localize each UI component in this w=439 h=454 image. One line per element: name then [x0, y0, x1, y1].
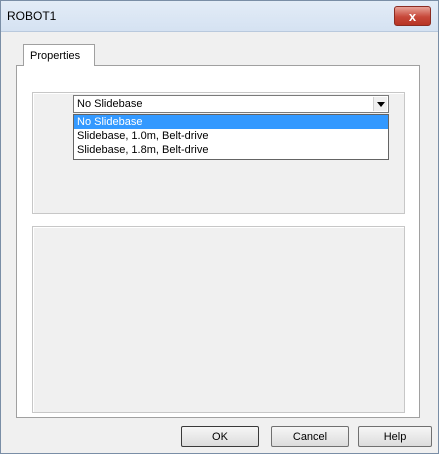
details-group [32, 226, 405, 413]
ok-button[interactable]: OK [181, 426, 259, 447]
close-icon: x [408, 8, 417, 24]
tab-label: Properties [30, 50, 81, 62]
close-button[interactable]: x [394, 6, 431, 26]
tab-properties[interactable]: Properties [23, 44, 95, 66]
dialog-window: ROBOT1 x Properties No Slidebase No Slid… [0, 0, 439, 454]
combobox-value: No Slidebase [77, 98, 143, 110]
dropdown-option[interactable]: Slidebase, 1.0m, Belt-drive [74, 129, 388, 143]
title-bar[interactable]: ROBOT1 x [1, 1, 438, 32]
slidebase-dropdown-list: No Slidebase Slidebase, 1.0m, Belt-drive… [73, 114, 389, 160]
slidebase-combobox[interactable]: No Slidebase [73, 95, 389, 113]
cancel-button[interactable]: Cancel [271, 426, 349, 447]
window-title: ROBOT1 [7, 9, 57, 23]
chevron-down-icon[interactable] [373, 97, 387, 111]
help-button[interactable]: Help [358, 426, 432, 447]
dropdown-option[interactable]: No Slidebase [74, 115, 388, 129]
dropdown-option[interactable]: Slidebase, 1.8m, Belt-drive [74, 143, 388, 157]
